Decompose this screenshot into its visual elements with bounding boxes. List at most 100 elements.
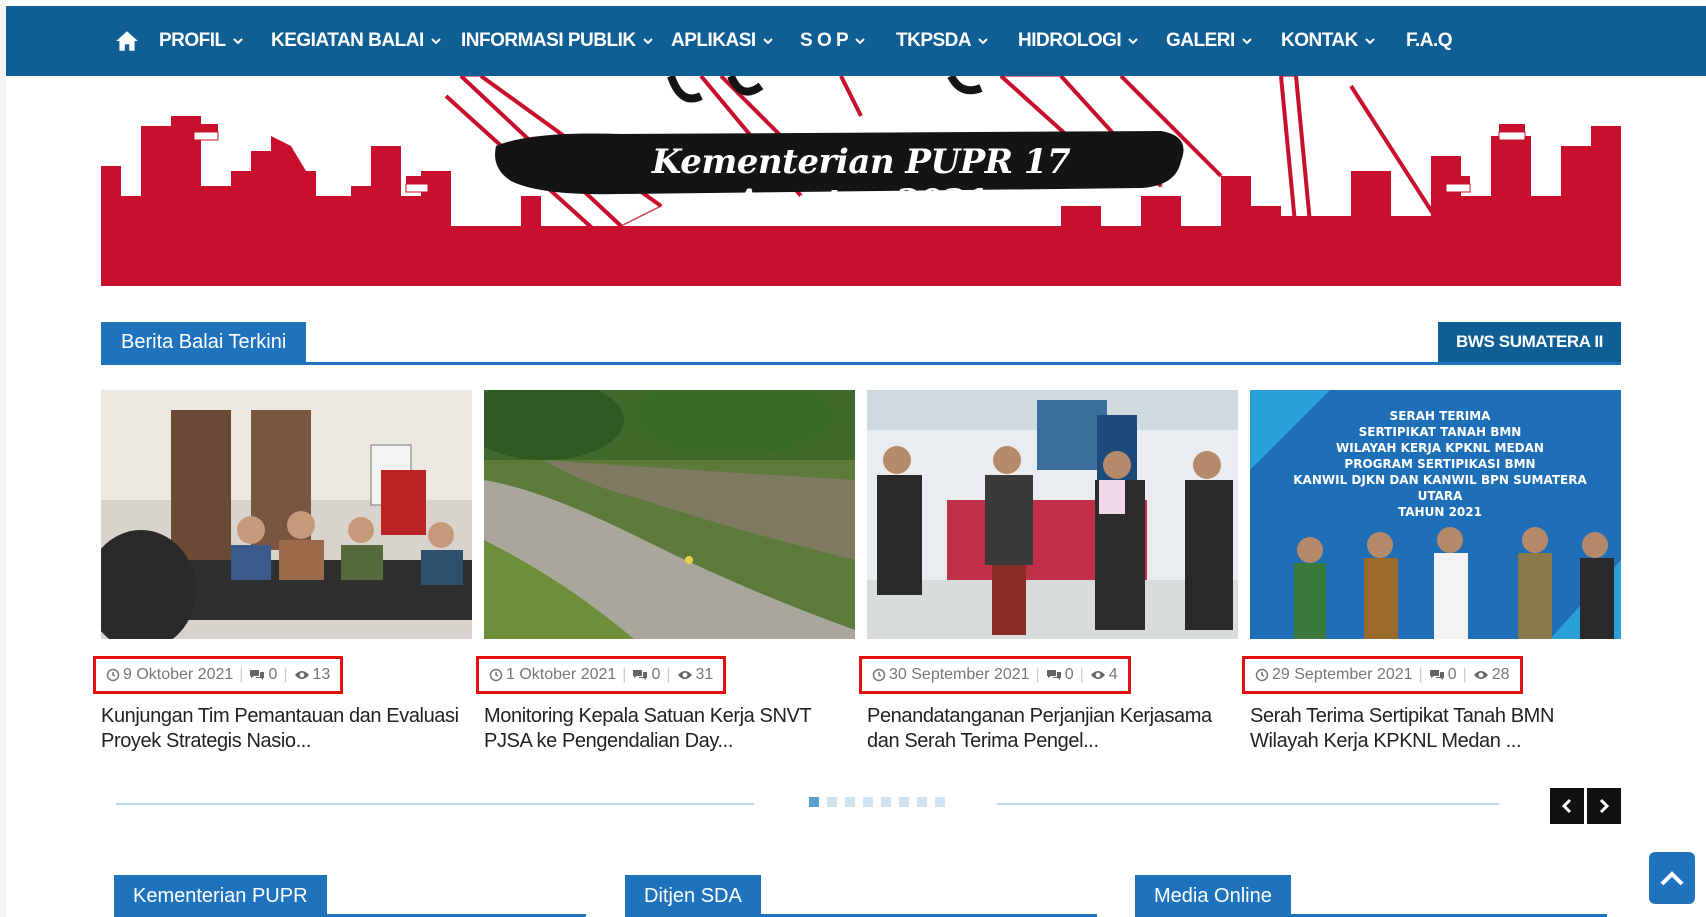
post-meta: 9 Oktober 2021 | 0 | 13 (93, 656, 344, 694)
meta-separator: | (283, 666, 288, 683)
nav-item-kontak[interactable]: KONTAK (1281, 30, 1376, 52)
meta-separator: | (1462, 666, 1467, 683)
chevron-down-icon (762, 38, 773, 45)
section-title: Ditjen SDA (625, 875, 761, 917)
chevron-down-icon (1365, 38, 1375, 45)
nav-item-hidrologi[interactable]: HIDROLOGI (1018, 30, 1139, 52)
view-count: 13 (312, 666, 331, 683)
meta-separator: | (1418, 666, 1423, 683)
view-count: 31 (695, 666, 714, 683)
chevron-down-icon (431, 38, 441, 45)
backdrop-line: KANWIL DJKN DAN KANWIL BPN SUMATERA UTAR… (1293, 473, 1587, 503)
news-card[interactable]: 30 September 2021 | 0 | 4 Penandatangana… (859, 390, 1238, 752)
title-line: Penandatanganan Perjanjian Kerjasama (867, 705, 1212, 727)
comment-count: 0 (651, 666, 661, 683)
news-card[interactable]: SERAH TERIMA SERTIPIKAT TANAH BMN WILAYA… (1242, 390, 1621, 752)
comment-count: 0 (1064, 666, 1074, 683)
news-title[interactable]: Penandatanganan Perjanjian Kerjasama dan… (867, 704, 1247, 754)
view-count: 4 (1108, 666, 1118, 683)
news-title[interactable]: Kunjungan Tim Pemantauan dan Evaluasi Pr… (101, 704, 481, 754)
clock-icon (1255, 668, 1269, 682)
chevron-left-icon (1561, 798, 1572, 814)
carousel-prev-button[interactable] (1550, 788, 1584, 824)
post-meta: 1 Oktober 2021 | 0 | 31 (476, 656, 727, 694)
nav-item-profil[interactable]: PROFIL (159, 30, 244, 52)
eye-icon (1473, 671, 1488, 679)
nav-label: KONTAK (1281, 30, 1358, 51)
news-card[interactable]: 1 Oktober 2021 | 0 | 31 Monitoring Kepal… (476, 390, 855, 752)
event-backdrop-text: SERAH TERIMA SERTIPIKAT TANAH BMN WILAYA… (1270, 408, 1610, 520)
hero-banner: Kementerian PUPR 17 Agustus 2021 (101, 76, 1621, 286)
nav-label: PROFIL (159, 30, 226, 51)
news-photo-certificate[interactable]: SERAH TERIMA SERTIPIKAT TANAH BMN WILAYA… (1250, 390, 1621, 639)
title-line: Proyek Strategis Nasio... (101, 730, 312, 752)
news-photo-handover[interactable] (867, 390, 1238, 639)
nav-item-galeri[interactable]: GALERI (1166, 30, 1253, 52)
carousel-track-left (116, 803, 754, 805)
window-frame (0, 0, 6, 917)
chevron-down-icon (1242, 38, 1252, 45)
clock-icon (106, 668, 120, 682)
chevron-down-icon (1128, 38, 1138, 45)
banner-caption: Kementerian PUPR 17 Agustus 2021 (651, 142, 1071, 222)
chevron-down-icon (978, 38, 988, 45)
nav-label: HIDROLOGI (1018, 30, 1122, 51)
carousel-dot[interactable] (899, 797, 909, 807)
clock-icon (489, 668, 503, 682)
eye-icon (677, 671, 692, 679)
post-date: 9 Oktober 2021 (123, 666, 234, 683)
nav-item-sop[interactable]: S O P (800, 30, 866, 52)
section-divider (101, 362, 1621, 365)
news-photo-river[interactable] (484, 390, 855, 639)
nav-label: INFORMASI PUBLIK (461, 30, 636, 51)
comments-icon (1429, 670, 1444, 680)
post-meta: 29 September 2021 | 0 | 28 (1242, 656, 1523, 694)
view-count: 28 (1491, 666, 1510, 683)
chevron-right-icon (1599, 798, 1610, 814)
carousel-dots (809, 797, 945, 807)
title-line: Kunjungan Tim Pemantauan dan Evaluasi (101, 705, 459, 727)
post-date: 29 September 2021 (1272, 666, 1413, 683)
nav-label: F.A.Q (1406, 30, 1453, 51)
carousel-dot[interactable] (881, 797, 891, 807)
meta-separator: | (239, 666, 244, 683)
region-button[interactable]: BWS SUMATERA II (1438, 322, 1621, 362)
carousel-next-button[interactable] (1587, 788, 1621, 824)
carousel-dot[interactable] (863, 797, 873, 807)
nav-label: S O P (800, 30, 849, 51)
meta-separator: | (1079, 666, 1084, 683)
news-card[interactable]: 9 Oktober 2021 | 0 | 13 Kunjungan Tim Pe… (93, 390, 472, 752)
title-line: PJSA ke Pengendalian Day... (484, 730, 733, 752)
news-section-header: Berita Balai Terkini BWS SUMATERA II (101, 322, 1621, 366)
post-date: 30 September 2021 (889, 666, 1030, 683)
backdrop-line: PROGRAM SERTIPIKASI BMN (1344, 457, 1536, 471)
nav-item-kegiatan-balai[interactable]: KEGIATAN BALAI (271, 30, 442, 52)
meta-separator: | (622, 666, 627, 683)
comment-count: 0 (268, 666, 278, 683)
carousel-track-right (997, 803, 1499, 805)
comments-icon (633, 670, 648, 680)
carousel-dot[interactable] (935, 797, 945, 807)
comments-icon (1046, 670, 1061, 680)
nav-label: KEGIATAN BALAI (271, 30, 424, 51)
news-title[interactable]: Serah Terima Sertipikat Tanah BMN Wilaya… (1250, 704, 1630, 754)
backdrop-line: WILAYAH KERJA KPKNL MEDAN (1336, 441, 1544, 455)
backdrop-line: SERAH TERIMA (1389, 409, 1491, 423)
nav-item-faq[interactable]: F.A.Q (1406, 30, 1453, 52)
back-to-top-button[interactable] (1649, 852, 1695, 904)
carousel-dot[interactable] (809, 797, 819, 807)
nav-item-aplikasi[interactable]: APLIKASI (671, 30, 774, 52)
carousel-dot[interactable] (917, 797, 927, 807)
clock-icon (872, 668, 886, 682)
nav-label: TKPSDA (896, 30, 972, 51)
chevron-down-icon (855, 38, 865, 45)
carousel-dot[interactable] (845, 797, 855, 807)
carousel-dot[interactable] (827, 797, 837, 807)
nav-item-informasi-publik[interactable]: INFORMASI PUBLIK (461, 30, 654, 52)
nav-item-tkpsda[interactable]: TKPSDA (896, 30, 989, 52)
news-photo-meeting[interactable] (101, 390, 472, 639)
title-line: Serah Terima Sertipikat Tanah BMN (1250, 705, 1554, 727)
backdrop-line: SERTIPIKAT TANAH BMN (1358, 425, 1522, 439)
news-title[interactable]: Monitoring Kepala Satuan Kerja SNVT PJSA… (484, 704, 864, 754)
home-icon[interactable] (114, 28, 140, 54)
